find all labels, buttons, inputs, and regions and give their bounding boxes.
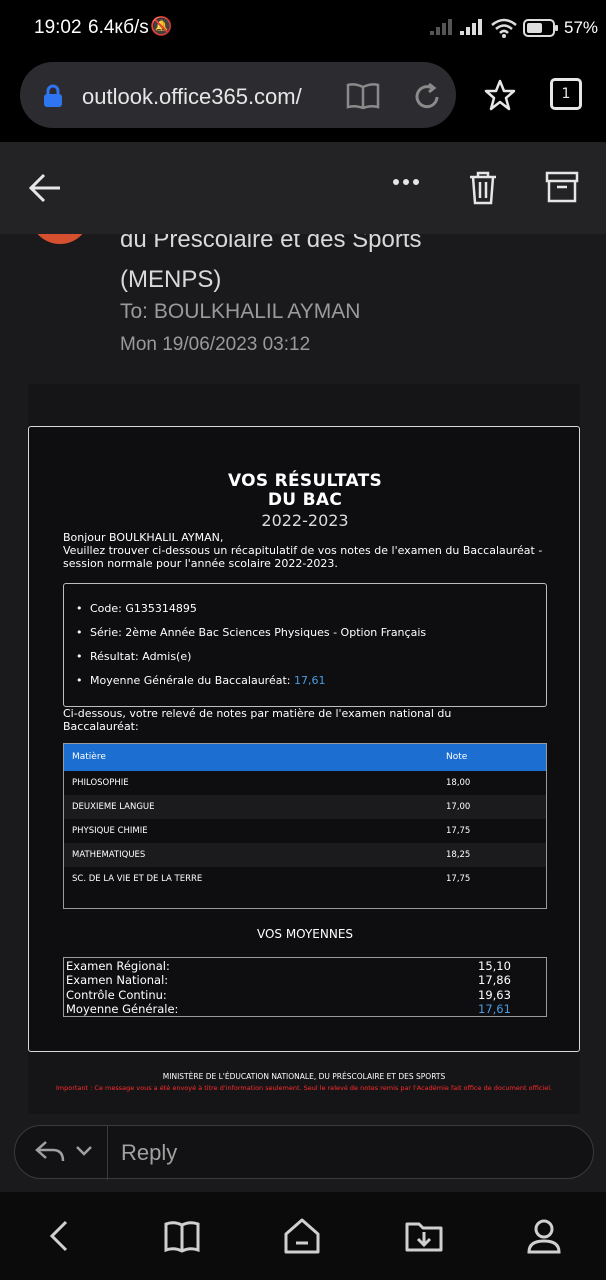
delete-trash-icon[interactable]	[468, 170, 498, 206]
candidate-info-box: Code: G135314895 Série: 2ème Année Bac S…	[63, 583, 547, 707]
nav-back-icon[interactable]	[40, 1216, 80, 1256]
average-label: Moyenne Générale du Baccalauréat:	[90, 674, 294, 687]
row-note: 17,00	[446, 802, 471, 812]
row-subject: MATHEMATIQUES	[72, 850, 146, 860]
email-body: VOS RÉSULTATS DU BAC 2022-2023 Bonjour B…	[28, 384, 580, 1114]
status-time: 19:02	[34, 17, 82, 38]
row-subject: SC. DE LA VIE ET DE LA TERRE	[72, 874, 203, 884]
average-row: Examen National: 17,86	[66, 973, 544, 987]
average-row: Moyenne Générale: 17,61	[66, 1002, 544, 1016]
lock-icon[interactable]	[43, 84, 63, 108]
sender-name-abbr: (MENPS)	[120, 266, 222, 293]
home-icon[interactable]	[282, 1216, 322, 1256]
footer-ministry: MINISTÈRE DE L'ÉDUCATION NATIONALE, DU P…	[162, 1072, 446, 1081]
grades-table: Matière Note PHILOSOPHIE 18,00 DEUXIEME …	[63, 743, 547, 909]
average-row: Contrôle Continu: 19,63	[66, 988, 544, 1002]
average-row-label: Contrôle Continu:	[66, 988, 167, 1002]
average-row-label: Moyenne Générale:	[66, 1002, 179, 1016]
tabs-count-button[interactable]: 1	[550, 78, 582, 110]
signal-icon	[430, 19, 452, 35]
url-text[interactable]: outlook.office365.com/	[82, 84, 302, 110]
signal-icon	[460, 19, 482, 35]
table-row: SC. DE LA VIE ET DE LA TERRE 17,75	[64, 867, 546, 891]
battery-percent: 57%	[564, 18, 599, 37]
status-bar: 19:02 6.4кб/s 🔕 57%	[0, 0, 606, 56]
average-row-value: 17,86	[478, 973, 511, 987]
candidate-code: Code: G135314895	[76, 602, 197, 615]
reply-divider	[107, 1126, 108, 1180]
average-value: 17,61	[293, 674, 326, 687]
row-note: 17,75	[446, 826, 471, 836]
address-bar[interactable]: outlook.office365.com/	[20, 62, 456, 128]
average-row-value: 15,10	[478, 959, 511, 973]
header-note: Note	[446, 752, 468, 762]
mute-icon: 🔕	[150, 16, 173, 37]
back-arrow-icon[interactable]	[28, 172, 64, 204]
row-subject: PHYSIQUE CHIMIE	[72, 826, 148, 836]
school-year: 2022-2023	[261, 511, 349, 530]
reader-mode-icon[interactable]	[346, 82, 380, 110]
average-row: Examen Régional: 15,10	[66, 959, 544, 973]
averages-title: VOS MOYENNES	[256, 927, 354, 941]
sender-name: du Préscolaire et des Sports	[120, 234, 422, 253]
mail-toolbar	[0, 142, 606, 234]
email-date: Mon 19/06/2023 03:12	[120, 334, 311, 355]
candidate-serie: Série: 2ème Année Bac Sciences Physiques…	[76, 626, 426, 639]
reply-box[interactable]: Reply	[14, 1125, 594, 1180]
browser-nav-bar	[0, 1192, 606, 1280]
reply-arrow-icon[interactable]	[35, 1139, 65, 1165]
footer-disclaimer: Important : Ce message vous a été envoyé…	[55, 1084, 553, 1092]
candidate-result: Résultat: Admis(e)	[76, 650, 191, 663]
results-heading: VOS RÉSULTATS	[227, 471, 383, 491]
more-options-icon[interactable]	[392, 178, 420, 186]
archive-icon[interactable]	[545, 170, 579, 204]
recipient: To: BOULKHALIL AYMAN	[120, 300, 361, 323]
table-row: PHYSIQUE CHIMIE 17,75	[64, 819, 546, 843]
average-row-value: 19,63	[478, 988, 511, 1002]
chevron-down-icon[interactable]	[75, 1144, 93, 1158]
candidate-average: Moyenne Générale du Baccalauréat: 17,61	[76, 674, 326, 687]
downloads-folder-icon[interactable]	[404, 1216, 444, 1256]
table-intro: Ci-dessous, votre relevé de notes par ma…	[63, 707, 452, 733]
wifi-icon	[491, 18, 517, 38]
table-row: DEUXIEME LANGUE 17,00	[64, 795, 546, 819]
average-row-label: Examen National:	[66, 973, 169, 987]
results-card: VOS RÉSULTATS DU BAC 2022-2023 Bonjour B…	[28, 426, 580, 1052]
results-heading-sub: DU BAC	[267, 490, 343, 510]
table-row: MATHEMATIQUES 18,25	[64, 843, 546, 867]
intro-text: Veuillez trouver ci-dessous un récapitul…	[63, 544, 543, 570]
row-note: 17,75	[446, 874, 471, 884]
header-subject: Matière	[72, 752, 106, 762]
greeting: Bonjour BOULKHALIL AYMAN,	[63, 531, 224, 544]
average-row-label: Examen Régional:	[66, 959, 170, 973]
battery-icon	[523, 19, 558, 37]
email-view: du Préscolaire et des Sports (MENPS) To:…	[0, 234, 606, 1114]
row-subject: DEUXIEME LANGUE	[72, 802, 155, 812]
row-note: 18,25	[446, 850, 471, 860]
table-row: PHILOSOPHIE 18,00	[64, 771, 546, 795]
reload-icon[interactable]	[412, 82, 442, 112]
table-header: Matière Note	[64, 744, 546, 771]
sender-avatar	[30, 234, 90, 244]
averages-table: Examen Régional: 15,10 Examen National: 17…	[63, 957, 547, 1017]
reply-input[interactable]: Reply	[121, 1140, 177, 1166]
row-subject: PHILOSOPHIE	[72, 778, 129, 788]
reply-bar: Reply	[0, 1114, 606, 1192]
bookmark-star-icon[interactable]	[484, 79, 516, 111]
row-note: 18,00	[446, 778, 471, 788]
network-speed: 6.4кб/s	[88, 17, 149, 38]
bookmarks-book-icon[interactable]	[162, 1216, 202, 1256]
profile-icon[interactable]	[524, 1216, 564, 1256]
average-row-value: 17,61	[478, 1002, 511, 1016]
browser-toolbar: outlook.office365.com/ 1	[0, 56, 606, 142]
